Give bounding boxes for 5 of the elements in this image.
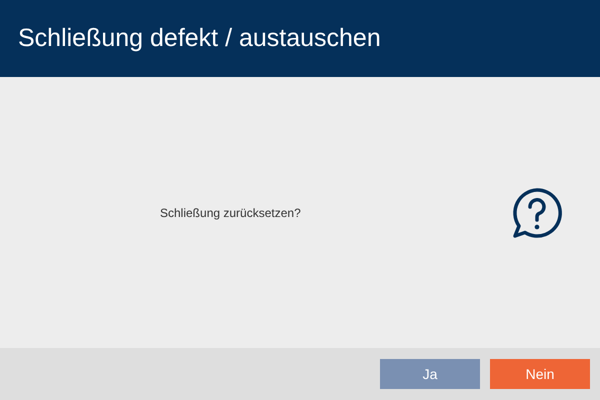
window-title: Schließung defekt / austauschen: [18, 24, 381, 53]
yes-button[interactable]: Ja: [380, 359, 480, 389]
dialog-message: Schließung zurücksetzen?: [160, 206, 302, 220]
no-button[interactable]: Nein: [490, 359, 590, 389]
question-bubble-icon: [511, 186, 563, 238]
